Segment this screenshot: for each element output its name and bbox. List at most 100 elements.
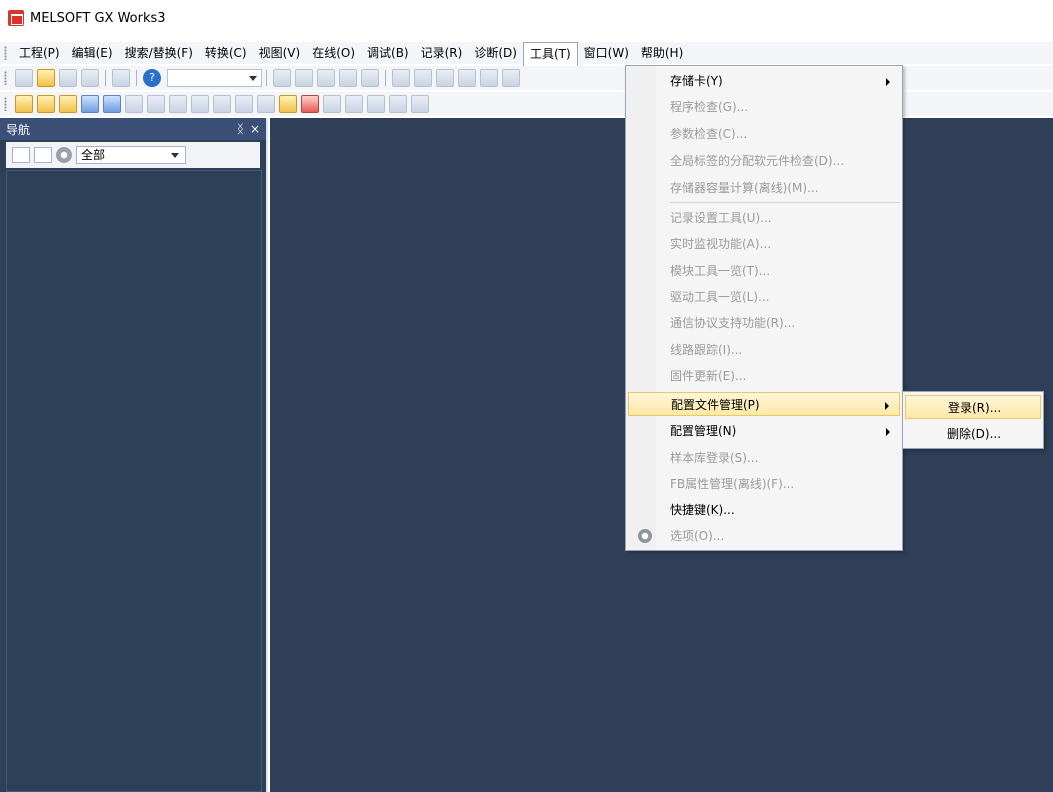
menubar-grip-icon[interactable] [4,46,7,60]
menu-convert[interactable]: 转换(C) [199,42,253,64]
navigation-panel: 导航 ᛝ × 全部 [0,118,268,792]
device-list-icon[interactable] [436,69,454,87]
menu-item-config-management[interactable]: 配置管理(N) [628,419,900,443]
new-project-icon[interactable] [15,69,33,87]
menu-item-protocol-support[interactable]: 通信协议支持功能(R)... [628,311,900,335]
toolbar-combo[interactable] [167,69,262,87]
tools-menu: 存储卡(Y) 程序检查(G)... 参数检查(C)... 全局标签的分配软元件检… [625,65,903,551]
menu-item-label: 模块工具一览(T)... [670,264,771,278]
window-icon[interactable] [389,95,407,113]
toolbar-separator [105,70,106,86]
menu-help[interactable]: 帮助(H) [635,42,689,64]
submenu-item-register[interactable]: 登录(R)... [905,395,1041,419]
redo-icon[interactable] [361,69,379,87]
gear-icon [638,529,652,543]
chevron-down-icon [249,76,257,81]
undo-icon[interactable] [339,69,357,87]
copy-icon[interactable] [295,69,313,87]
menu-item-options[interactable]: 选项(O)... [628,524,900,548]
save-icon[interactable] [59,69,77,87]
read-plc-icon[interactable] [502,69,520,87]
menu-window[interactable]: 窗口(W) [578,42,635,64]
cut-icon[interactable] [273,69,291,87]
open-project-icon[interactable] [37,69,55,87]
menu-item-label: FB属性管理(离线)(F)... [670,477,795,491]
menu-item-shortcut-keys[interactable]: 快捷键(K)... [628,498,900,522]
menu-item-label: 线路跟踪(I)... [670,343,743,357]
menu-tools[interactable]: 工具(T) [522,42,578,66]
device-test-icon[interactable] [213,95,231,113]
menu-item-label: 存储器容量计算(离线)(M)... [670,181,819,195]
toolbar-grip-icon[interactable] [4,97,7,111]
print-icon[interactable] [81,69,99,87]
abc-check-icon[interactable] [301,95,319,113]
menu-find-replace[interactable]: 搜索/替换(F) [119,42,199,64]
connection-icon[interactable] [112,69,130,87]
ladder-icon[interactable] [458,69,476,87]
menu-item-global-label-check[interactable]: 全局标签的分配软元件检查(D)... [628,149,900,173]
toolbar-separator [266,70,267,86]
menu-item-line-trace[interactable]: 线路跟踪(I)... [628,338,900,362]
submenu-arrow-icon [886,428,890,436]
collapse-tree-icon[interactable] [34,147,52,163]
menu-item-parameter-check[interactable]: 参数检查(C)... [628,122,900,146]
nav-filter-value: 全部 [81,148,106,162]
expand-tree-icon[interactable] [12,147,30,163]
menu-item-realtime-monitor[interactable]: 实时监视功能(A)... [628,232,900,256]
menu-recording[interactable]: 记录(R) [415,42,469,64]
title-bar: MELSOFT GX Works3 [0,0,1053,36]
menu-online[interactable]: 在线(O) [306,42,361,64]
submenu-item-delete[interactable]: 删除(D)... [905,422,1041,446]
device-icon[interactable] [392,69,410,87]
menu-item-label: 样本库登录(S)... [670,451,759,465]
pin-icon[interactable]: ᛝ [237,122,244,136]
device-init-icon[interactable] [235,95,253,113]
device-monitor-icon[interactable] [191,95,209,113]
menu-item-sample-library[interactable]: 样本库登录(S)... [628,446,900,470]
menu-project[interactable]: 工程(P) [13,42,66,64]
close-icon[interactable]: × [250,122,260,136]
toolbar-grip-icon[interactable] [4,71,7,85]
menu-item-fb-property[interactable]: FB属性管理(离线)(F)... [628,472,900,496]
menu-edit[interactable]: 编辑(E) [66,42,119,64]
submenu-arrow-icon [886,78,890,86]
menu-item-memory-card[interactable]: 存储卡(Y) [628,69,900,93]
menu-item-memory-calc[interactable]: 存储器容量计算(离线)(M)... [628,176,900,200]
parameter-icon[interactable] [257,95,275,113]
menu-diagnostics[interactable]: 诊断(D) [468,42,523,64]
menu-item-label: 配置管理(N) [670,424,737,438]
compile-icon[interactable] [323,95,341,113]
menu-item-module-tool-list[interactable]: 模块工具一览(T)... [628,259,900,283]
window-tile-icon[interactable] [81,95,99,113]
device-search-icon[interactable] [414,69,432,87]
menu-item-profile-management[interactable]: 配置文件管理(P) [628,392,900,416]
nav-filter-select[interactable]: 全部 [76,146,186,164]
binoculars-icon[interactable] [125,95,143,113]
nav-header: 导航 ᛝ × [0,118,266,140]
check-icon[interactable] [279,95,297,113]
monitor-icon[interactable] [345,95,363,113]
zoom-icon[interactable] [367,95,385,113]
window-cascade-icon[interactable] [103,95,121,113]
coil-icon[interactable] [480,69,498,87]
paste-icon[interactable] [317,69,335,87]
menu-item-firmware-update[interactable]: 固件更新(E)... [628,364,900,388]
module-config-icon[interactable] [37,95,55,113]
gear-icon[interactable] [56,147,72,163]
cpu-icon[interactable] [59,95,77,113]
device-batch-icon[interactable] [169,95,187,113]
submenu-arrow-icon [885,402,889,410]
menu-item-logging-tool[interactable]: 记录设置工具(U)... [628,206,900,230]
replace-icon[interactable] [147,95,165,113]
timing-icon[interactable] [411,95,429,113]
menu-item-program-check[interactable]: 程序检查(G)... [628,95,900,119]
help-icon[interactable] [143,69,161,87]
menu-debug[interactable]: 调试(B) [361,42,415,64]
nav-toolbar: 全部 [6,142,260,168]
nav-controls: ᛝ × [237,122,260,136]
menu-item-drive-tool-list[interactable]: 驱动工具一览(L)... [628,285,900,309]
project-tree-icon[interactable] [15,95,33,113]
project-tree[interactable] [6,170,262,792]
menu-item-label: 配置文件管理(P) [671,398,760,412]
menu-view[interactable]: 视图(V) [253,42,307,64]
